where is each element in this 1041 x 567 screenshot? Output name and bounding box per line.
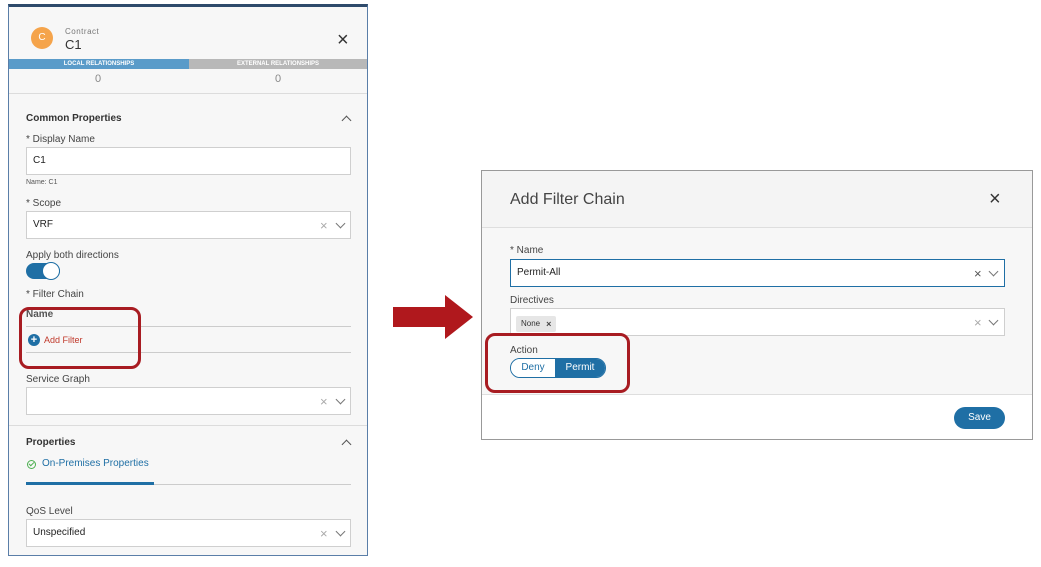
divider bbox=[9, 93, 367, 94]
external-relationships-count: 0 bbox=[275, 73, 282, 85]
name-value: Permit-All bbox=[517, 267, 561, 278]
name-field[interactable]: Permit-All bbox=[510, 259, 1005, 287]
dialog-header: Add Filter Chain × bbox=[482, 171, 1032, 228]
service-graph-select[interactable] bbox=[26, 387, 351, 415]
dialog-title: Add Filter Chain bbox=[510, 191, 625, 208]
tab-external-relationships[interactable]: EXTERNAL RELATIONSHIPS bbox=[189, 59, 367, 69]
directives-label: Directives bbox=[510, 295, 554, 306]
qos-level-select[interactable]: Unspecified bbox=[26, 519, 351, 547]
display-name-label: * Display Name bbox=[26, 134, 95, 145]
highlight-box bbox=[19, 307, 141, 369]
object-type-label: Contract bbox=[65, 27, 100, 36]
close-icon[interactable]: × bbox=[989, 189, 1001, 209]
divider bbox=[154, 484, 351, 485]
divider bbox=[9, 425, 367, 426]
relationship-tabs: LOCAL RELATIONSHIPS EXTERNAL RELATIONSHI… bbox=[9, 59, 367, 69]
chevron-up-icon[interactable] bbox=[341, 115, 352, 126]
on-premises-properties-tab[interactable]: On-Premises Properties bbox=[42, 458, 149, 469]
clear-icon[interactable]: × bbox=[320, 395, 328, 408]
close-icon[interactable]: × bbox=[337, 30, 349, 50]
panel-header: C Contract C1 × bbox=[9, 7, 367, 61]
scope-label: * Scope bbox=[26, 198, 62, 209]
display-name-field[interactable]: C1 bbox=[26, 147, 351, 175]
tab-local-relationships[interactable]: LOCAL RELATIONSHIPS bbox=[9, 59, 189, 69]
clear-icon[interactable]: × bbox=[320, 527, 328, 540]
clear-icon[interactable]: × bbox=[974, 267, 982, 280]
filter-chain-label: * Filter Chain bbox=[26, 289, 84, 300]
clear-icon[interactable]: × bbox=[974, 316, 982, 329]
save-button[interactable]: Save bbox=[954, 407, 1005, 429]
qos-level-label: QoS Level bbox=[26, 506, 73, 517]
remove-tag-icon[interactable]: × bbox=[546, 316, 551, 332]
contract-properties-panel: C Contract C1 × LOCAL RELATIONSHIPS EXTE… bbox=[8, 4, 368, 556]
avatar: C bbox=[31, 27, 53, 49]
apply-both-directions-label: Apply both directions bbox=[26, 250, 119, 261]
apply-both-directions-toggle[interactable] bbox=[26, 262, 60, 280]
highlight-box bbox=[485, 333, 630, 393]
clear-icon[interactable]: × bbox=[320, 219, 328, 232]
right-arrow-icon bbox=[393, 295, 473, 339]
name-note: Name: C1 bbox=[26, 179, 58, 186]
qos-level-value: Unspecified bbox=[33, 527, 86, 538]
common-properties-title: Common Properties bbox=[26, 113, 122, 124]
check-circle-icon bbox=[27, 460, 36, 469]
directives-select[interactable] bbox=[510, 308, 1005, 336]
scope-select[interactable]: VRF bbox=[26, 211, 351, 239]
object-name: C1 bbox=[65, 37, 82, 52]
name-label: * Name bbox=[510, 245, 544, 256]
directive-tag-label: None bbox=[521, 319, 541, 328]
local-relationships-count: 0 bbox=[95, 73, 102, 85]
active-tab-indicator bbox=[26, 482, 154, 485]
directive-tag: None × bbox=[516, 316, 557, 332]
properties-title: Properties bbox=[26, 437, 76, 448]
service-graph-label: Service Graph bbox=[26, 374, 90, 385]
add-filter-chain-dialog: Add Filter Chain × * Name Permit-All × D… bbox=[481, 170, 1033, 440]
scope-value: VRF bbox=[33, 219, 53, 230]
chevron-up-icon[interactable] bbox=[341, 439, 352, 450]
toggle-knob bbox=[42, 262, 60, 280]
